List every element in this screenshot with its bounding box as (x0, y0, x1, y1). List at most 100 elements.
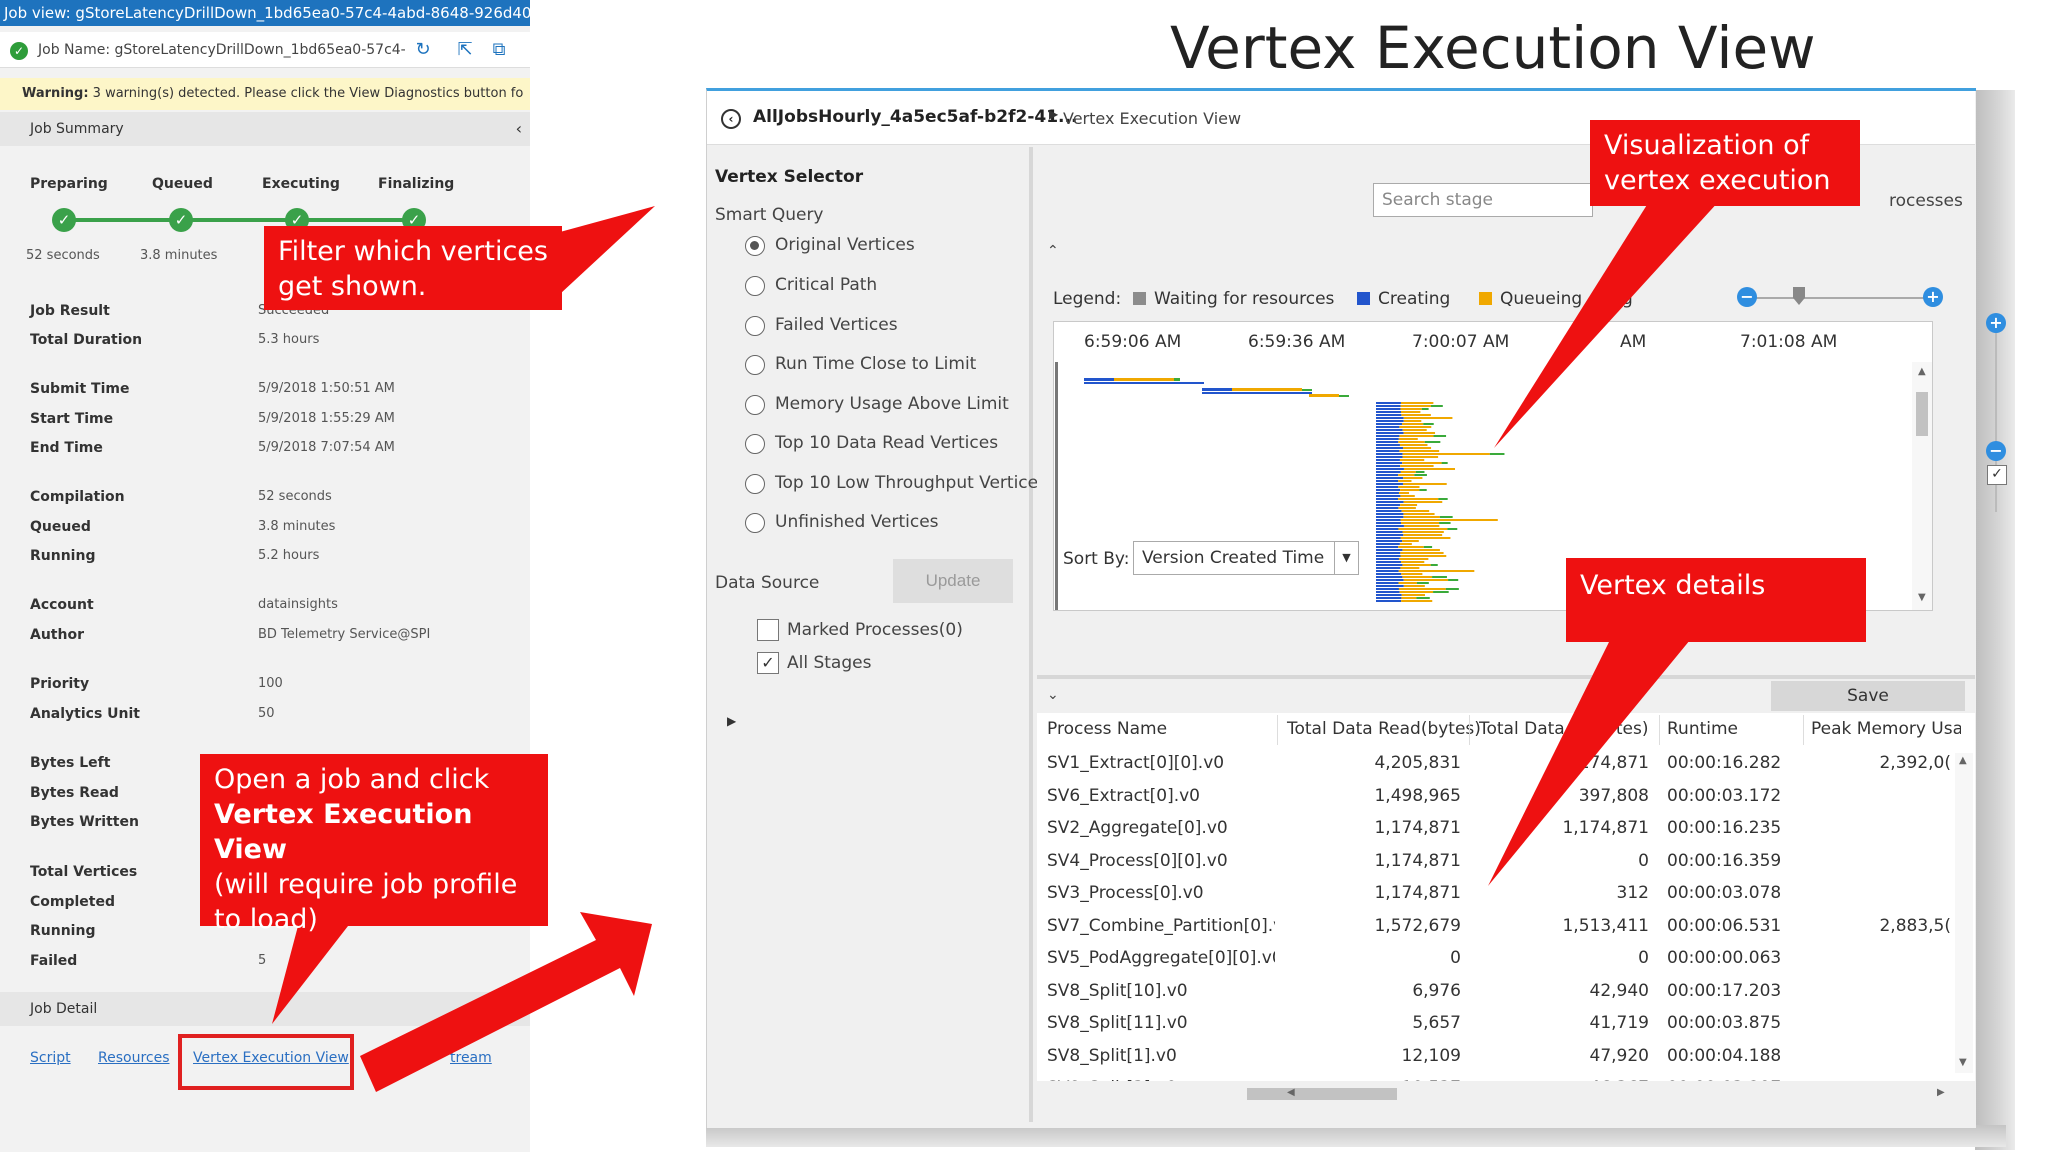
scroll-up-icon[interactable]: ▲ (1959, 755, 1967, 766)
table-cell-process-name[interactable]: SV4_Process[0][0].v0 (1047, 851, 1275, 871)
table-cell: 46,367 (1479, 1078, 1649, 1081)
vertex-bar-segment (1376, 561, 1402, 563)
table-cell: 00:00:04.188 (1667, 1045, 1782, 1066)
radio-button[interactable] (745, 236, 765, 256)
resources-link[interactable]: Resources (98, 1050, 170, 1066)
vertex-bar-segment (1376, 570, 1399, 572)
vertex-bar-segment (1376, 531, 1403, 533)
table-cell-process-name[interactable]: SV7_Combine_Partition[0].v0 (1047, 916, 1275, 936)
search-stage-input[interactable]: Search stage (1373, 183, 1593, 217)
table-cell-process-name[interactable]: SV6_Extract[0].v0 (1047, 786, 1275, 806)
script-link[interactable]: Script (30, 1050, 71, 1066)
update-button[interactable]: Update (893, 559, 1013, 603)
vertex-bar-segment (1376, 417, 1404, 419)
chevron-down-icon[interactable]: ⌄ (1047, 687, 1059, 703)
vertex-bar-segment (1401, 510, 1430, 512)
radio-button[interactable] (745, 434, 765, 454)
vertex-bar-segment (1403, 525, 1440, 527)
vertex-bar-segment (1400, 471, 1416, 473)
diagnostics-icon[interactable]: ⧉ (488, 40, 510, 60)
table-horizontal-scrollbar-thumb[interactable] (1247, 1088, 1397, 1100)
vertex-bar-segment (1376, 591, 1400, 593)
table-scrollbar[interactable] (1955, 753, 1973, 1073)
chevron-down-icon[interactable]: ▼ (1334, 542, 1358, 574)
refresh-icon[interactable]: ↻ (412, 40, 434, 60)
scroll-down-icon[interactable]: ▼ (1918, 592, 1926, 603)
scroll-right-icon[interactable]: ▶ (1937, 1087, 1945, 1098)
zoom-slider-thumb[interactable] (1793, 287, 1805, 305)
table-cell: 0 (1638, 948, 1649, 968)
vertex-bar-segment (1376, 474, 1399, 476)
table-cell: 1,572,679 (1374, 915, 1461, 936)
checkbox[interactable] (757, 619, 779, 641)
radio-button[interactable] (745, 395, 765, 415)
expand-triangle-icon[interactable]: ▶ (727, 714, 736, 728)
scroll-up-icon[interactable]: ▲ (1918, 366, 1926, 377)
column-header[interactable]: Peak Memory Usag (1811, 719, 1961, 739)
vertex-bar-segment (1402, 549, 1440, 551)
chevron-left-icon[interactable]: ‹ (516, 112, 522, 146)
vertex-bar-segment (1376, 450, 1400, 452)
table-cell-process-name[interactable]: SV3_Process[0].v0 (1047, 883, 1275, 903)
window-shadow (706, 1125, 2006, 1147)
column-header[interactable]: bytes) (1595, 719, 1648, 739)
breadcrumb-job[interactable]: AllJobsHourly_4a5ec5af-b2f2-41... (753, 107, 1077, 127)
vertex-bar-segment (1398, 582, 1417, 584)
sort-by-select[interactable]: Version Created Time ▼ (1133, 541, 1359, 575)
radio-button[interactable] (745, 316, 765, 336)
scroll-left-icon[interactable]: ◀ (1287, 1087, 1295, 1098)
column-divider[interactable] (1277, 715, 1278, 745)
column-header[interactable]: Total Data Read(bytes) (1287, 719, 1481, 739)
column-header[interactable]: Total Data W (1479, 719, 1583, 739)
fit-checkbox[interactable]: ✓ (1987, 465, 2007, 485)
table-cell-process-name[interactable]: SV2_Aggregate[0].v0 (1047, 818, 1275, 838)
vertex-bar-segment (1376, 507, 1399, 509)
stream-link[interactable]: tream (450, 1050, 492, 1066)
table-cell-process-name[interactable]: SV1_Extract[0][0].v0 (1047, 753, 1275, 773)
vertex-bar-segment (1399, 426, 1432, 428)
radio-button[interactable] (745, 355, 765, 375)
radio-button[interactable] (745, 276, 765, 296)
table-cell-process-name[interactable]: SV8_Split[10].v0 (1047, 981, 1275, 1001)
column-header[interactable]: Runtime (1667, 719, 1738, 739)
vertical-zoom-out-icon[interactable]: − (1986, 441, 2006, 461)
vertex-bar-segment (1398, 474, 1415, 476)
vertex-bar-segment (1441, 462, 1448, 464)
legend-item-creating: Creating (1357, 289, 1450, 309)
radio-button[interactable] (745, 513, 765, 533)
column-header[interactable]: Process Name (1047, 719, 1167, 739)
chart-scrollbar-thumb[interactable] (1916, 392, 1928, 436)
slide-title: Vertex Execution View (1170, 14, 1816, 82)
column-divider[interactable] (1469, 715, 1470, 745)
table-horizontal-scrollbar[interactable] (1037, 1083, 1975, 1103)
table-cell-process-name[interactable]: SV8_Split[3].v0 (1047, 1078, 1275, 1081)
checkbox-checked[interactable]: ✓ (757, 652, 779, 674)
vertex-bar-segment (1302, 389, 1312, 391)
vertex-bar-segment (1376, 525, 1404, 527)
job-summary-header[interactable]: Job Summary ‹ (0, 112, 530, 146)
vertex-bar-segment (1339, 395, 1349, 397)
legend-item-waiting: Waiting for resources (1133, 289, 1334, 309)
table-cell: 42,940 (1589, 980, 1649, 1001)
table-cell: 6,976 (1412, 980, 1461, 1001)
back-icon[interactable]: ‹ (721, 109, 741, 129)
radio-label: Failed Vertices (775, 315, 898, 335)
table-cell-process-name[interactable]: SV5_PodAggregate[0][0].v0 (1047, 948, 1275, 968)
zoom-in-icon[interactable]: + (1923, 287, 1943, 307)
table-cell-process-name[interactable]: SV8_Split[1].v0 (1047, 1046, 1275, 1066)
scroll-down-icon[interactable]: ▼ (1959, 1057, 1967, 1068)
callout-line: Open a job and click (214, 764, 490, 795)
vertical-zoom-in-icon[interactable]: + (1986, 313, 2006, 333)
table-cell: 00:00:03.078 (1667, 883, 1782, 903)
vertex-bar-segment (1376, 567, 1401, 569)
radio-button[interactable] (745, 474, 765, 494)
open-external-icon[interactable]: ⇱ (454, 40, 476, 60)
chevron-up-icon[interactable]: ⌃ (1047, 243, 1059, 259)
column-divider[interactable] (1659, 715, 1660, 745)
zoom-slider[interactable] (1749, 297, 1929, 299)
save-button[interactable]: Save (1771, 681, 1965, 711)
table-cell-process-name[interactable]: SV8_Split[11].v0 (1047, 1013, 1275, 1033)
column-divider[interactable] (1803, 715, 1804, 745)
zoom-out-icon[interactable]: − (1737, 287, 1757, 307)
job-detail-header[interactable]: Job Detail (0, 992, 530, 1026)
